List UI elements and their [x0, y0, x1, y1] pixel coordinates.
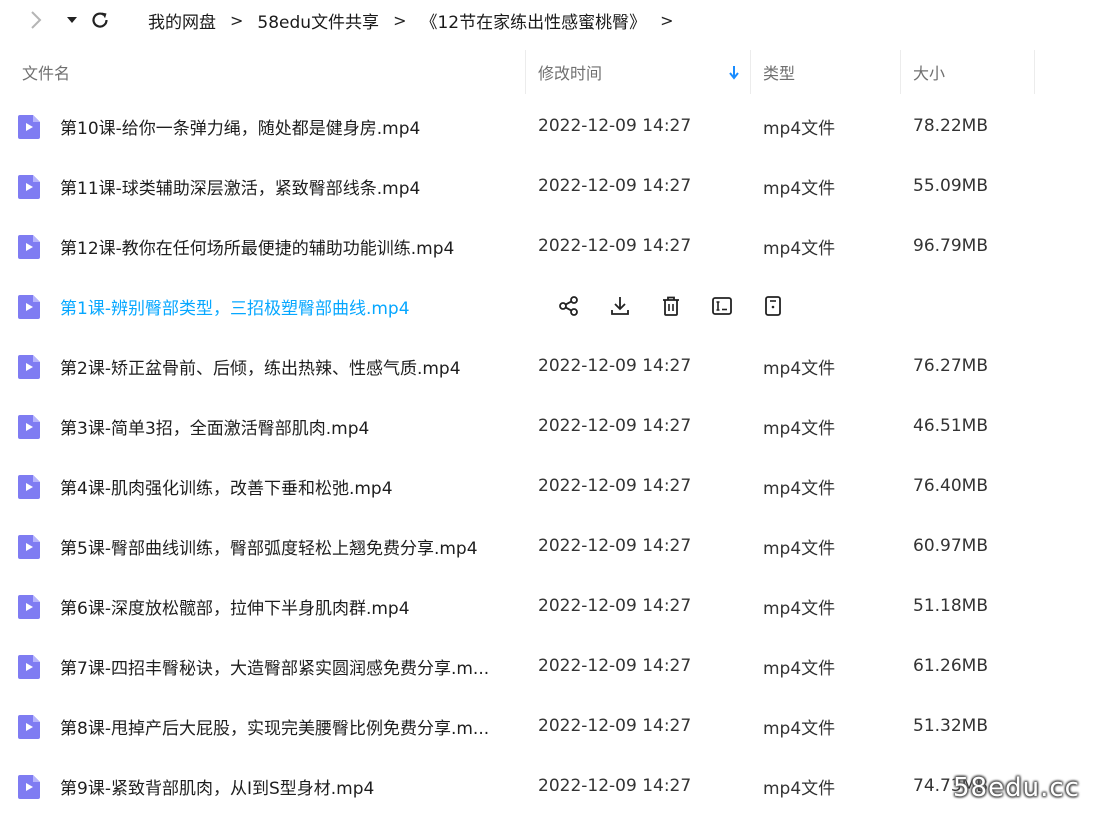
file-modified-time: 2022-12-09 14:27 — [538, 596, 692, 616]
video-file-icon — [17, 114, 41, 140]
breadcrumb: 我的网盘 > 58edu文件共享 > 《12节在家练出性感蜜桃臀》 > — [148, 7, 688, 33]
column-header-type[interactable]: 类型 — [763, 50, 903, 94]
more-icon[interactable] — [760, 293, 786, 319]
file-name[interactable]: 第4课-肌肉强化训练，改善下垂和松弛.mp4 — [60, 456, 516, 516]
file-type: mp4文件 — [763, 418, 836, 439]
file-modified-time: 2022-12-09 14:27 — [538, 416, 692, 436]
watermark: 58edu.cc — [953, 773, 1080, 803]
file-size: 51.18MB — [913, 596, 988, 616]
column-header: 文件名 修改时间 类型 大小 — [0, 50, 1101, 94]
breadcrumb-item-share[interactable]: 58edu文件共享 — [257, 8, 379, 33]
file-modified-time: 2022-12-09 14:27 — [538, 116, 692, 136]
video-file-icon — [17, 234, 41, 260]
file-row[interactable]: 第7课-四招丰臀秘诀，大造臀部紧实圆润感免费分享.m... 2022-12-09… — [0, 636, 1101, 696]
row-actions — [556, 293, 811, 319]
refresh-icon[interactable] — [88, 8, 112, 32]
column-divider[interactable] — [1034, 50, 1035, 94]
file-size: 60.97MB — [913, 536, 988, 556]
file-row[interactable]: 第4课-肌肉强化训练，改善下垂和松弛.mp4 2022-12-09 14:27 … — [0, 456, 1101, 516]
video-file-icon — [17, 654, 41, 680]
rename-icon[interactable] — [709, 293, 735, 319]
file-row[interactable]: 第11课-球类辅助深层激活，紧致臀部线条.mp4 2022-12-09 14:2… — [0, 156, 1101, 216]
video-file-icon — [17, 534, 41, 560]
file-size: 78.22MB — [913, 116, 988, 136]
file-name[interactable]: 第6课-深度放松髋部，拉伸下半身肌肉群.mp4 — [60, 576, 516, 636]
file-modified-time: 2022-12-09 14:27 — [538, 656, 692, 676]
file-row[interactable]: 第6课-深度放松髋部，拉伸下半身肌肉群.mp4 2022-12-09 14:27… — [0, 576, 1101, 636]
file-size: 76.40MB — [913, 476, 988, 496]
file-name[interactable]: 第8课-甩掉产后大屁股，实现完美腰臀比例免费分享.m... — [60, 696, 516, 756]
file-type: mp4文件 — [763, 658, 836, 679]
file-modified-time: 2022-12-09 14:27 — [538, 476, 692, 496]
file-modified-time: 2022-12-09 14:27 — [538, 716, 692, 736]
file-name[interactable]: 第11课-球类辅助深层激活，紧致臀部线条.mp4 — [60, 156, 516, 216]
video-file-icon — [17, 414, 41, 440]
file-size: 55.09MB — [913, 176, 988, 196]
breadcrumb-item-root[interactable]: 我的网盘 — [148, 8, 216, 33]
column-header-size[interactable]: 大小 — [913, 50, 1033, 94]
back-chevron-icon[interactable] — [24, 8, 48, 32]
breadcrumb-separator-icon: > — [230, 10, 244, 30]
file-modified-time: 2022-12-09 14:27 — [538, 236, 692, 256]
video-file-icon — [17, 294, 41, 320]
file-type: mp4文件 — [763, 118, 836, 139]
breadcrumb-expand-icon[interactable]: > — [660, 11, 673, 30]
file-type: mp4文件 — [763, 358, 836, 379]
file-type: mp4文件 — [763, 598, 836, 619]
file-row[interactable]: 第5课-臀部曲线训练，臀部弧度轻松上翘免费分享.mp4 2022-12-09 1… — [0, 516, 1101, 576]
video-file-icon — [17, 174, 41, 200]
file-name[interactable]: 第9课-紧致背部肌肉，从I到S型身材.mp4 — [60, 756, 516, 816]
file-modified-time: 2022-12-09 14:27 — [538, 356, 692, 376]
file-name[interactable]: 第7课-四招丰臀秘诀，大造臀部紧实圆润感免费分享.m... — [60, 636, 516, 696]
video-file-icon — [17, 354, 41, 380]
file-type: mp4文件 — [763, 238, 836, 259]
file-modified-time: 2022-12-09 14:27 — [538, 776, 692, 796]
video-file-icon — [17, 774, 41, 800]
file-row[interactable]: 第8课-甩掉产后大屁股，实现完美腰臀比例免费分享.m... 2022-12-09… — [0, 696, 1101, 756]
file-list: 第10课-给你一条弹力绳，随处都是健身房.mp4 2022-12-09 14:2… — [0, 96, 1101, 816]
file-size: 51.32MB — [913, 716, 988, 736]
file-size: 96.79MB — [913, 236, 988, 256]
file-modified-time: 2022-12-09 14:27 — [538, 176, 692, 196]
file-type: mp4文件 — [763, 538, 836, 559]
file-type: mp4文件 — [763, 778, 836, 799]
column-divider[interactable] — [750, 50, 751, 94]
file-name[interactable]: 第12课-教你在任何场所最便捷的辅助功能训练.mp4 — [60, 216, 516, 276]
sort-descending-icon[interactable] — [728, 64, 740, 80]
file-row[interactable]: 第12课-教你在任何场所最便捷的辅助功能训练.mp4 2022-12-09 14… — [0, 216, 1101, 276]
history-dropdown-icon[interactable] — [60, 8, 84, 32]
file-row[interactable]: 第10课-给你一条弹力绳，随处都是健身房.mp4 2022-12-09 14:2… — [0, 96, 1101, 156]
column-divider[interactable] — [525, 50, 526, 94]
download-icon[interactable] — [607, 293, 633, 319]
file-row-hovered[interactable]: 第1课-辨别臀部类型，三招极塑臀部曲线.mp4 — [0, 276, 1101, 336]
video-file-icon — [17, 594, 41, 620]
file-size: 61.26MB — [913, 656, 988, 676]
delete-icon[interactable] — [658, 293, 684, 319]
file-name[interactable]: 第2课-矫正盆骨前、后倾，练出热辣、性感气质.mp4 — [60, 336, 516, 396]
breadcrumb-item-current[interactable]: 《12节在家练出性感蜜桃臀》 — [420, 8, 646, 33]
file-name[interactable]: 第1课-辨别臀部类型，三招极塑臀部曲线.mp4 — [60, 276, 516, 336]
file-row[interactable]: 第9课-紧致背部肌肉，从I到S型身材.mp4 2022-12-09 14:27 … — [0, 756, 1101, 816]
file-row[interactable]: 第2课-矫正盆骨前、后倾，练出热辣、性感气质.mp4 2022-12-09 14… — [0, 336, 1101, 396]
file-modified-time: 2022-12-09 14:27 — [538, 536, 692, 556]
file-type: mp4文件 — [763, 178, 836, 199]
file-type: mp4文件 — [763, 718, 836, 739]
column-header-name[interactable]: 文件名 — [22, 50, 522, 94]
file-row[interactable]: 第3课-简单3招，全面激活臀部肌肉.mp4 2022-12-09 14:27 m… — [0, 396, 1101, 456]
file-name[interactable]: 第10课-给你一条弹力绳，随处都是健身房.mp4 — [60, 96, 516, 156]
file-type: mp4文件 — [763, 478, 836, 499]
file-name[interactable]: 第3课-简单3招，全面激活臀部肌肉.mp4 — [60, 396, 516, 456]
column-divider[interactable] — [900, 50, 901, 94]
file-name[interactable]: 第5课-臀部曲线训练，臀部弧度轻松上翘免费分享.mp4 — [60, 516, 516, 576]
column-header-modified[interactable]: 修改时间 — [538, 50, 748, 94]
top-navigation: 我的网盘 > 58edu文件共享 > 《12节在家练出性感蜜桃臀》 > — [0, 0, 1101, 42]
video-file-icon — [17, 474, 41, 500]
breadcrumb-separator-icon: > — [393, 10, 407, 30]
file-size: 76.27MB — [913, 356, 988, 376]
share-icon[interactable] — [556, 293, 582, 319]
file-size: 46.51MB — [913, 416, 988, 436]
video-file-icon — [17, 714, 41, 740]
